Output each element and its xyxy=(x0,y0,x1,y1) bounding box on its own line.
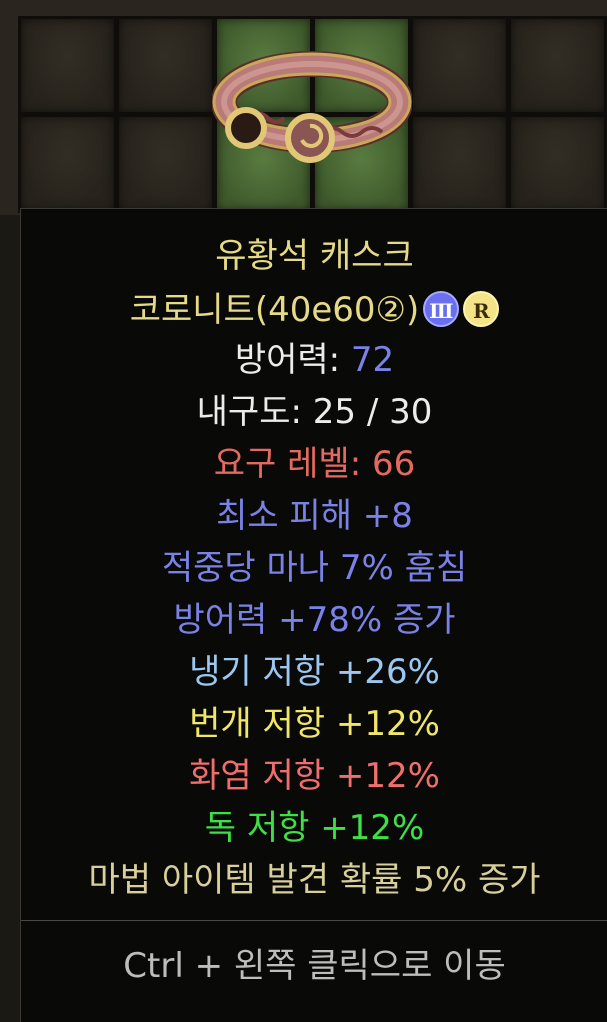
durability: 내구도: 25 / 30 xyxy=(196,392,433,432)
rune-badge-icon: R xyxy=(463,290,500,327)
affix-min-damage: 최소 피해 +8 xyxy=(216,496,413,536)
defense-value: 72 xyxy=(350,340,395,380)
inventory-slot[interactable] xyxy=(508,114,607,213)
inventory-grid xyxy=(0,0,607,215)
circlet-icon[interactable] xyxy=(212,40,412,170)
required-level: 요구 레벨: 66 xyxy=(213,444,416,484)
defense-line: 방어력: 72 xyxy=(21,333,607,387)
affix-fire-resist: 화염 저항 +12% xyxy=(189,756,440,796)
affix-cold-resist: 냉기 저항 +26% xyxy=(189,652,440,692)
move-hint: Ctrl + 왼쪽 클릭으로 이동 xyxy=(123,946,506,986)
inventory-slot[interactable] xyxy=(116,114,215,213)
item-base-type: 코로니트(40e60②) Ⅲ R xyxy=(21,283,607,337)
inventory-slot[interactable] xyxy=(410,114,509,213)
inventory-slot[interactable] xyxy=(410,16,509,115)
tooltip-divider xyxy=(21,920,607,921)
item-name: 유황석 캐스크 xyxy=(215,236,414,276)
affix-magic-find: 마법 아이템 발견 확률 5% 증가 xyxy=(88,860,541,900)
affix-lightning-resist: 번개 저항 +12% xyxy=(189,704,440,744)
tier-badge-icon: Ⅲ xyxy=(423,290,460,327)
item-tooltip: 유황석 캐스크 코로니트(40e60②) Ⅲ R 방어력: 72 내구도: 25 /… xyxy=(20,208,607,1022)
inventory-slot[interactable] xyxy=(18,114,117,213)
affix-mana-steal: 적중당 마나 7% 훔침 xyxy=(161,548,468,588)
item-base-type-text: 코로니트(40e60②) xyxy=(129,290,420,330)
defense-label: 방어력: xyxy=(234,340,351,380)
affix-poison-resist: 독 저항 +12% xyxy=(204,808,425,848)
affix-defense-increase: 방어력 +78% 증가 xyxy=(173,600,456,640)
inventory-slot[interactable] xyxy=(18,16,117,115)
inventory-slot[interactable] xyxy=(116,16,215,115)
inventory-slot[interactable] xyxy=(508,16,607,115)
